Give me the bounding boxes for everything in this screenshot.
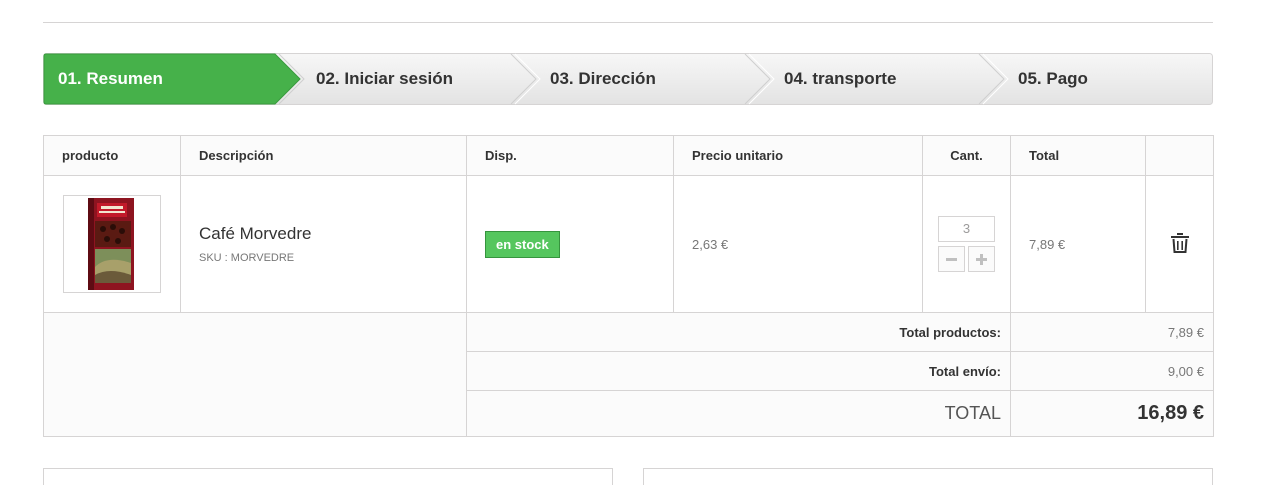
product-name[interactable]: Café Morvedre	[199, 224, 448, 244]
quantity-stepper	[923, 246, 1010, 272]
unit-price: 2,63 €	[692, 236, 729, 252]
increase-quantity-button[interactable]	[968, 246, 995, 272]
summary-empty-area	[43, 312, 467, 437]
product-description-cell: Café Morvedre SKU : MORVEDRE	[180, 175, 467, 313]
header-availability: Disp.	[466, 135, 674, 176]
step-iniciar-sesion[interactable]: 02. Iniciar sesión	[316, 53, 453, 105]
product-image-cell	[43, 175, 181, 313]
line-total-cell: 7,89 €	[1010, 175, 1146, 313]
quantity-cell: 3	[922, 175, 1011, 313]
step-resumen[interactable]: 01. Resumen	[58, 53, 163, 105]
total-products-value: 7,89 €	[1010, 312, 1214, 352]
decrease-quantity-button[interactable]	[938, 246, 965, 272]
cart-header-row: producto Descripción Disp. Precio unitar…	[43, 135, 1214, 176]
header-product: producto	[43, 135, 181, 176]
cart-table: producto Descripción Disp. Precio unitar…	[43, 135, 1214, 437]
product-thumbnail[interactable]	[63, 195, 161, 293]
top-divider	[43, 22, 1213, 23]
step-direccion[interactable]: 03. Dirección	[550, 53, 656, 105]
unit-price-cell: 2,63 €	[673, 175, 923, 313]
line-total: 7,89 €	[1029, 236, 1066, 252]
grand-total-value: 16,89 €	[1010, 390, 1214, 437]
delete-cell	[1145, 175, 1214, 313]
total-shipping-label: Total envío:	[466, 351, 1011, 391]
quantity-input[interactable]: 3	[938, 216, 995, 242]
trash-icon[interactable]	[1170, 232, 1189, 253]
status-badge: en stock	[485, 230, 560, 258]
header-total: Total	[1010, 135, 1146, 176]
coffee-package-image	[88, 198, 134, 290]
bottom-right-panel	[643, 468, 1213, 485]
bottom-left-panel	[43, 468, 613, 485]
total-shipping-value: 9,00 €	[1010, 351, 1214, 391]
total-products-label: Total productos:	[466, 312, 1011, 352]
availability-cell: en stock	[466, 175, 674, 313]
header-quantity: Cant.	[922, 135, 1011, 176]
header-actions	[1145, 135, 1214, 176]
header-unit-price: Precio unitario	[673, 135, 923, 176]
table-row: Café Morvedre SKU : MORVEDRE en stock 2,…	[43, 175, 1214, 313]
step-transporte[interactable]: 04. transporte	[784, 53, 896, 105]
step-pago[interactable]: 05. Pago	[1018, 53, 1088, 105]
header-description: Descripción	[180, 135, 467, 176]
grand-total-label: TOTAL	[466, 390, 1011, 437]
plus-icon	[976, 253, 987, 265]
summary-row-products: Total productos: 7,89 €	[43, 312, 1214, 437]
minus-icon	[946, 257, 957, 261]
product-sku: SKU : MORVEDRE	[199, 252, 295, 264]
checkout-steps: 01. Resumen 02. Iniciar sesión 03. Direc…	[43, 53, 1213, 105]
